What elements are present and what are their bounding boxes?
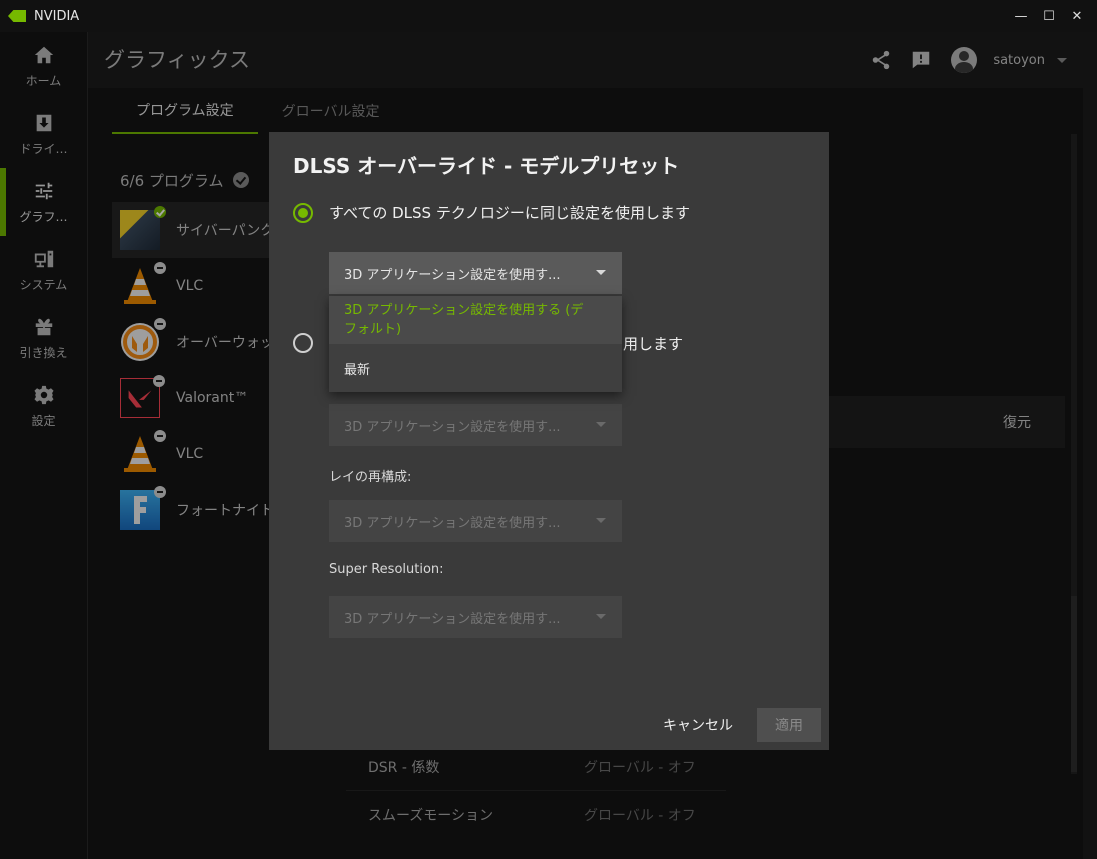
chevron-down-icon xyxy=(596,422,606,427)
radio-button-unchecked[interactable] xyxy=(293,333,313,353)
menu-item-label: 3D アプリケーション設定を使用する (デ xyxy=(344,303,584,318)
dropdown-value: 3D アプリケーション設定を使用す... xyxy=(344,515,561,531)
preset-dropdown-menu: 3D アプリケーション設定を使用する (デ フォルト) 最新 xyxy=(329,296,622,392)
dropdown-value: 3D アプリケーション設定を使用す... xyxy=(344,611,561,627)
maximize-button[interactable]: ☐ xyxy=(1035,0,1063,32)
super-resolution-dropdown[interactable]: 3D アプリケーション設定を使用す... xyxy=(329,596,622,638)
chevron-down-icon xyxy=(596,614,606,619)
menu-item-label: フォルト) xyxy=(344,322,402,337)
dropdown-value: 3D アプリケーション設定を使用す... xyxy=(344,419,561,435)
frame-generation-dropdown[interactable]: 3D アプリケーション設定を使用す... xyxy=(329,404,622,446)
super-resolution-label: Super Resolution: xyxy=(329,562,444,577)
nvidia-logo-icon xyxy=(8,10,26,22)
cancel-button[interactable]: キャンセル xyxy=(639,708,757,742)
minimize-button[interactable]: — xyxy=(1007,0,1035,32)
chevron-down-icon xyxy=(596,518,606,523)
ray-reconstruction-label: レイの再構成: xyxy=(329,470,412,485)
preset-dropdown[interactable]: 3D アプリケーション設定を使用す... xyxy=(329,252,622,294)
window-title: NVIDIA xyxy=(34,8,80,24)
menu-item-app-default[interactable]: 3D アプリケーション設定を使用する (デ フォルト) xyxy=(329,296,622,344)
window-controls: — ☐ ✕ xyxy=(1007,0,1091,32)
dropdown-value: 3D アプリケーション設定を使用す... xyxy=(344,267,561,283)
menu-item-label: 最新 xyxy=(344,362,371,378)
apply-button[interactable]: 適用 xyxy=(757,708,821,742)
dlss-override-dialog: DLSS オーバーライド - モデルプリセット すべての DLSS テクノロジー… xyxy=(269,132,829,750)
menu-item-latest[interactable]: 最新 xyxy=(329,344,622,392)
window-titlebar: NVIDIA — ☐ ✕ xyxy=(0,0,1097,32)
ray-reconstruction-dropdown[interactable]: 3D アプリケーション設定を使用す... xyxy=(329,500,622,542)
radio-label: すべての DLSS テクノロジーに同じ設定を使用します xyxy=(329,204,690,222)
dialog-actions: キャンセル 適用 xyxy=(639,708,821,742)
close-button[interactable]: ✕ xyxy=(1063,0,1091,32)
radio-separate-settings[interactable] xyxy=(293,333,313,353)
radio-button-checked[interactable] xyxy=(293,202,313,223)
radio-same-settings[interactable]: すべての DLSS テクノロジーに同じ設定を使用します xyxy=(293,202,690,223)
chevron-down-icon xyxy=(596,270,606,275)
radio-label: 用します xyxy=(623,335,684,353)
dialog-title: DLSS オーバーライド - モデルプリセット xyxy=(293,154,680,178)
